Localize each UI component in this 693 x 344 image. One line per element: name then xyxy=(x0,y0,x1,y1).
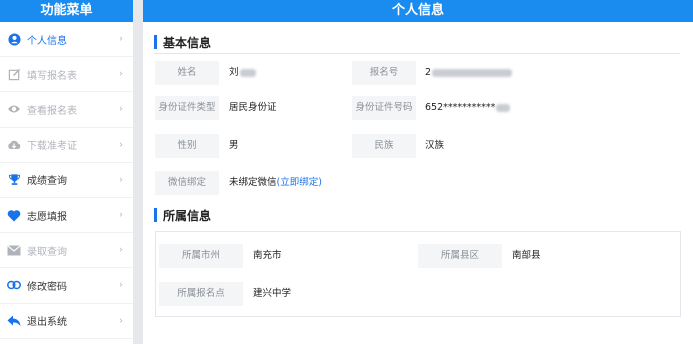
section-affiliation-info: 所属信息 xyxy=(154,207,680,223)
heart-icon xyxy=(7,208,21,222)
regno-label: 报名号 xyxy=(352,61,416,85)
section-title: 基本信息 xyxy=(163,35,212,50)
section-marker xyxy=(154,208,157,222)
chevron-right-icon: › xyxy=(119,174,123,186)
sidebar-item-label: 退出系统 xyxy=(27,317,67,329)
wechat-label: 微信绑定 xyxy=(155,171,219,195)
city-label: 所属市州 xyxy=(159,244,243,268)
link-icon xyxy=(7,278,21,292)
section-basic-info: 基本信息 xyxy=(154,34,680,54)
bind-wechat-link[interactable]: (立即绑定) xyxy=(277,177,322,188)
sidebar-item-change-password[interactable]: 修改密码 › xyxy=(0,268,133,304)
registration-site-value: 建兴中学 xyxy=(253,288,292,299)
sidebar-item-score-query[interactable]: 成绩查询 › xyxy=(0,163,133,198)
sidebar-item-download-admission[interactable]: 下载准考证 › xyxy=(0,128,133,163)
sidebar-item-label: 填写报名表 xyxy=(27,70,77,82)
chevron-right-icon: › xyxy=(119,33,123,45)
chevron-right-icon: › xyxy=(119,209,123,221)
city-value: 南充市 xyxy=(253,250,282,261)
sidebar-item-fill-form[interactable]: 填写报名表 › xyxy=(0,57,133,93)
sidebar-item-label: 成绩查询 xyxy=(27,176,67,188)
sidebar-item-volunteer[interactable]: 志愿填报 › xyxy=(0,198,133,234)
county-label: 所属县区 xyxy=(418,244,502,268)
name-value: 刘 xyxy=(229,61,256,85)
page-title: 个人信息 xyxy=(143,0,693,22)
sidebar-scrollbar[interactable] xyxy=(133,0,143,344)
sidebar-title: 功能菜单 xyxy=(0,0,133,22)
chevron-right-icon: › xyxy=(119,139,123,151)
section-marker xyxy=(154,35,157,49)
id-number-value: 652*********** xyxy=(425,96,511,120)
chevron-right-icon: › xyxy=(119,279,123,291)
gender-value: 男 xyxy=(229,140,239,151)
sidebar-item-label: 志愿填报 xyxy=(27,211,67,223)
edit-icon xyxy=(7,67,21,81)
sidebar-item-label: 修改密码 xyxy=(27,281,67,293)
registration-site-label: 所属报名点 xyxy=(159,282,243,306)
wechat-status: 未绑定微信 xyxy=(229,177,277,188)
regno-value: 2 xyxy=(425,61,513,85)
sidebar-item-view-form[interactable]: 查看报名表 › xyxy=(0,92,133,128)
ethnicity-label: 民族 xyxy=(352,134,416,158)
chevron-right-icon: › xyxy=(119,244,123,256)
county-value: 南部县 xyxy=(512,250,541,261)
user-icon xyxy=(7,32,21,46)
section-title: 所属信息 xyxy=(163,208,212,223)
chevron-right-icon: › xyxy=(119,315,123,327)
section-divider xyxy=(154,53,680,54)
id-type-label: 身份证件类型 xyxy=(155,96,219,120)
mail-icon xyxy=(7,243,21,257)
id-number-label: 身份证件号码 xyxy=(352,96,416,120)
eye-icon xyxy=(7,102,21,116)
main-panel: 个人信息 基本信息 姓名 刘 报名号 2 身份证件类型 居民身份证 身份证件号码… xyxy=(143,0,693,344)
wechat-value: 未绑定微信(立即绑定) xyxy=(229,171,322,195)
sidebar: 功能菜单 个人信息 › 填写报名表 › 查看报名表 › 下载准考证 › 成绩查询… xyxy=(0,0,133,344)
id-type-value: 居民身份证 xyxy=(229,102,277,113)
chevron-right-icon: › xyxy=(119,68,123,80)
sidebar-item-admission-query[interactable]: 录取查询 › xyxy=(0,233,133,269)
sidebar-item-logout[interactable]: 退出系统 › xyxy=(0,304,133,339)
sidebar-item-label: 查看报名表 xyxy=(27,105,77,117)
cloud-download-icon xyxy=(7,138,21,152)
name-label: 姓名 xyxy=(155,61,219,85)
sidebar-item-label: 录取查询 xyxy=(27,246,67,258)
sidebar-item-label: 个人信息 xyxy=(27,35,67,47)
sidebar-item-personal-info[interactable]: 个人信息 › xyxy=(0,22,133,58)
sidebar-item-label: 下载准考证 xyxy=(27,141,77,153)
gender-label: 性别 xyxy=(155,134,219,158)
chevron-right-icon: › xyxy=(119,103,123,115)
ethnicity-value: 汉族 xyxy=(425,140,445,151)
trophy-icon xyxy=(7,173,21,187)
reply-arrow-icon xyxy=(7,314,21,328)
